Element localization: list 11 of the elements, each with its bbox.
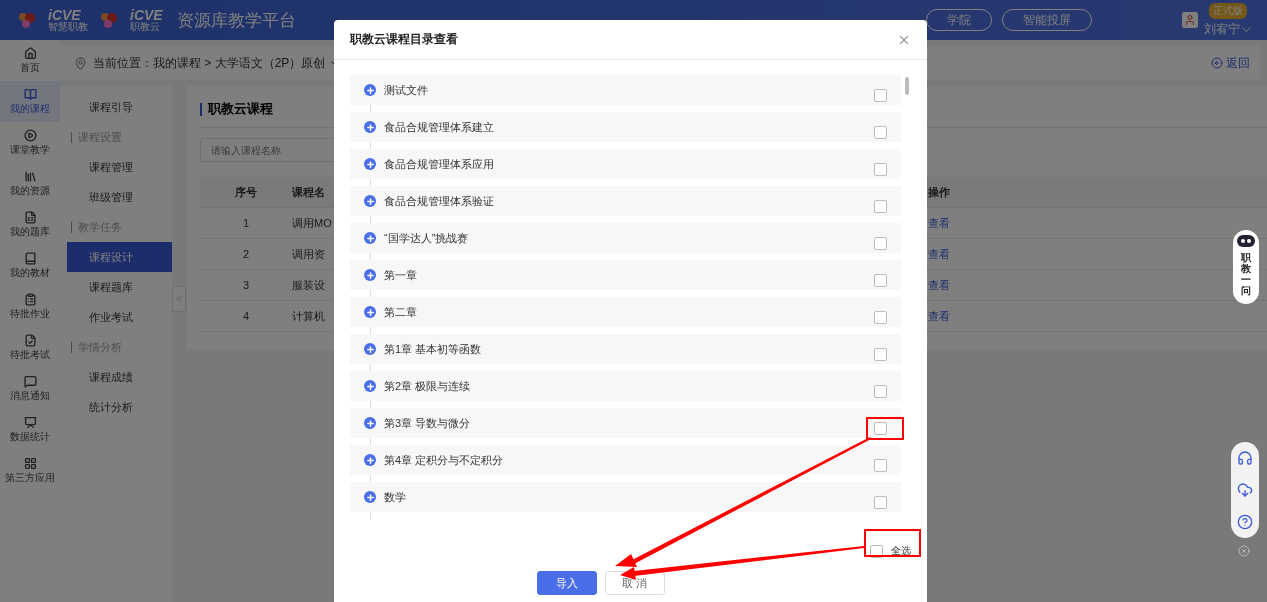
column-header: 操作 bbox=[924, 177, 1267, 208]
checkbox-label: 全选 bbox=[891, 544, 911, 558]
dialog-title: 职教云课程目录查看 bbox=[350, 31, 458, 48]
version-badge: 正式版 bbox=[1208, 2, 1247, 19]
platform-title: 资源库教学平台 bbox=[176, 9, 296, 32]
brand-logo: iCVE 职教云 bbox=[130, 8, 163, 32]
breadcrumb: 当前位置：我的课程 > 大学语文（2P）原创 bbox=[93, 54, 326, 72]
card-title: 职教云课程 bbox=[208, 100, 273, 118]
column-header: 序号 bbox=[200, 177, 292, 208]
brand-logo: iCVE 智慧职教 bbox=[48, 8, 88, 32]
column-header: 课程名 bbox=[292, 177, 337, 208]
